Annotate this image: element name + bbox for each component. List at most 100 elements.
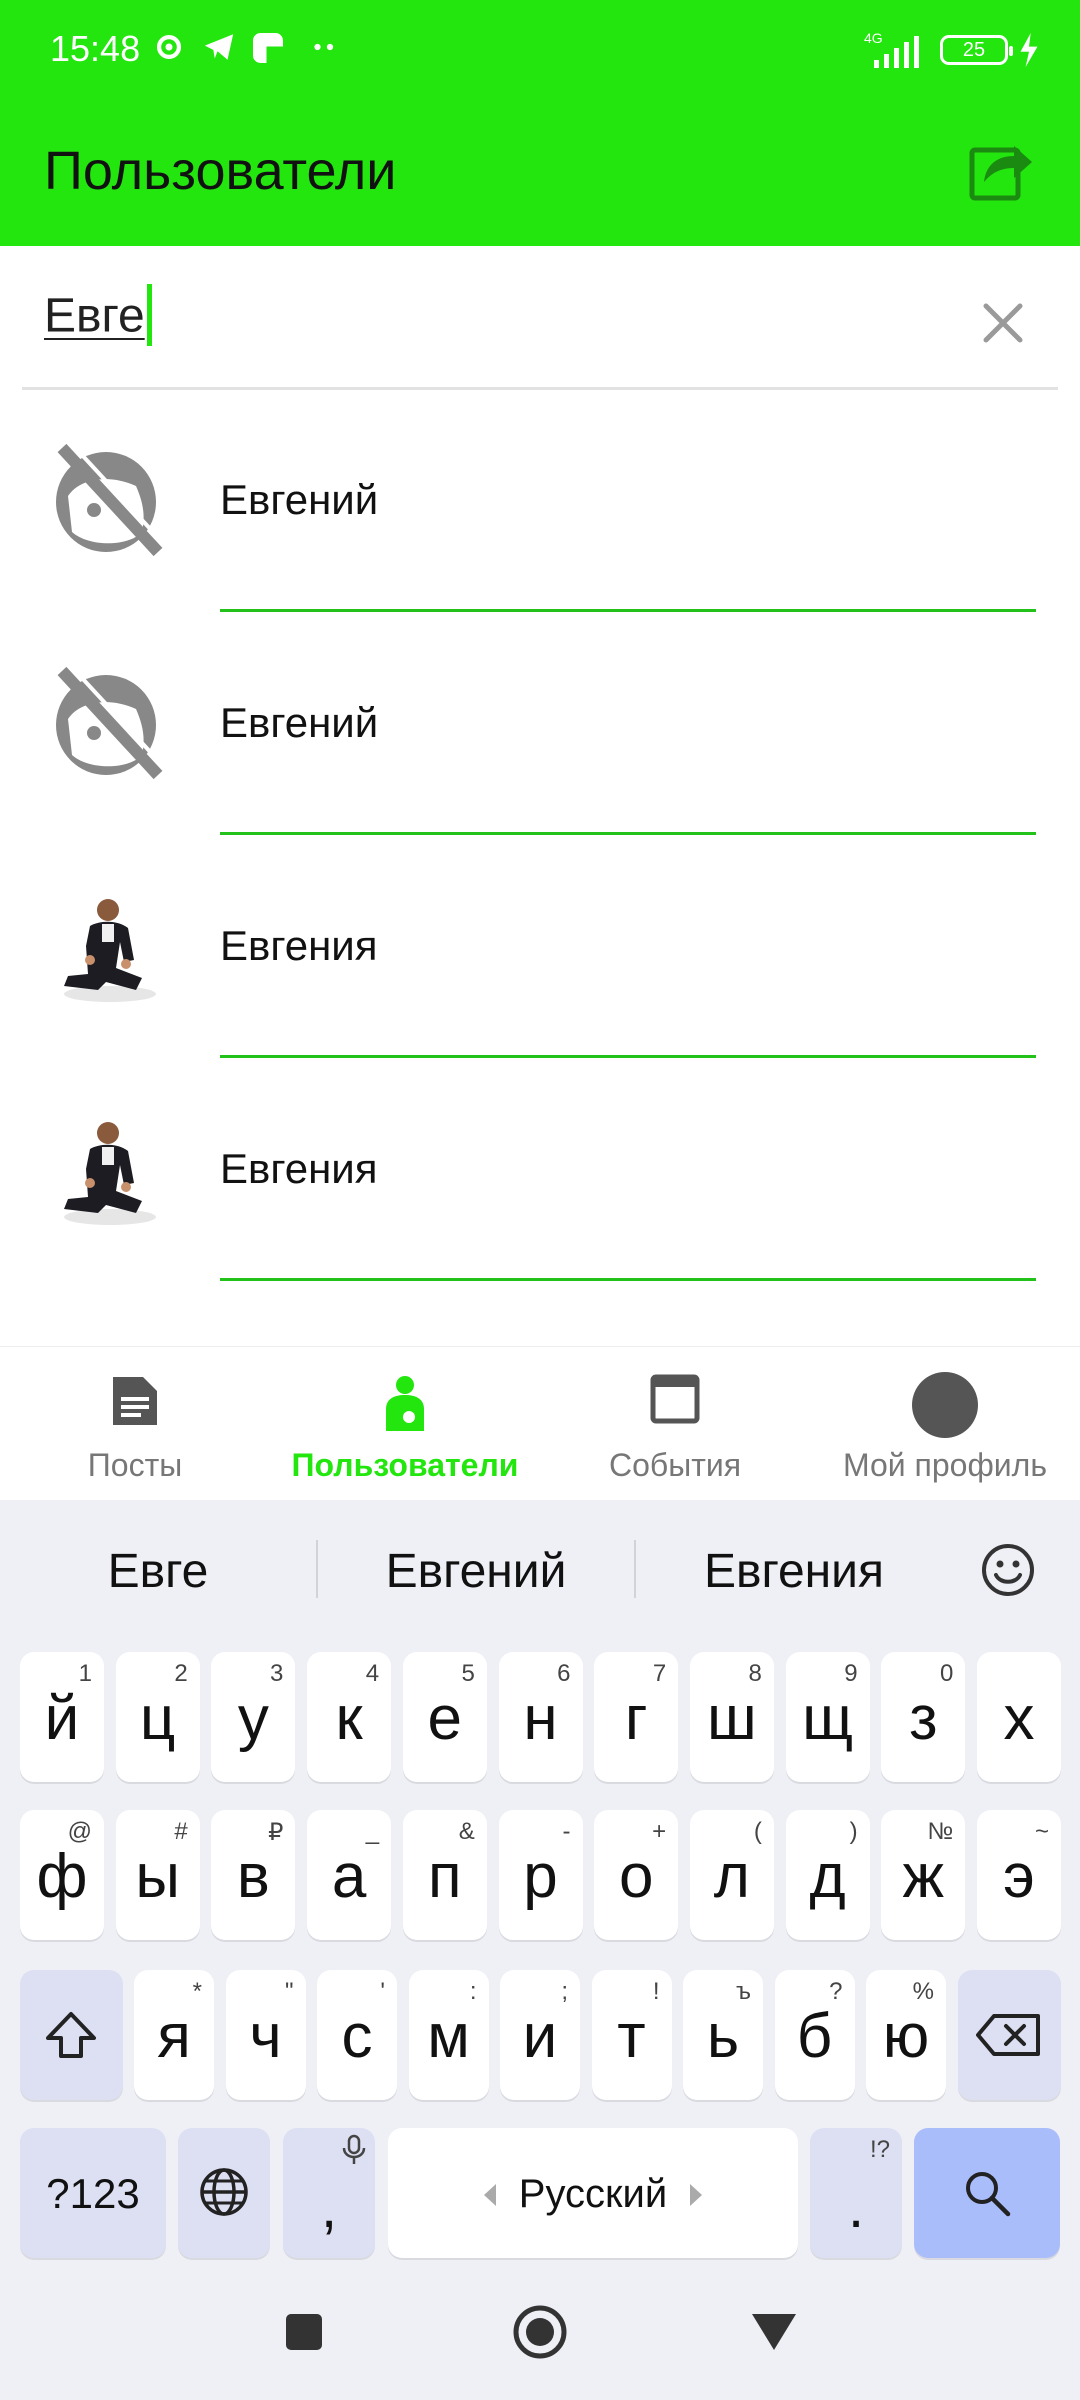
status-bar: 15:48 4G 25 [0,0,1080,100]
key-ш[interactable]: ш8 [689,1652,774,1782]
share-icon[interactable] [968,136,1036,204]
key-м[interactable]: м: [408,1970,489,2100]
key-г[interactable]: г7 [594,1652,679,1782]
key-э[interactable]: э ~ [977,1810,1061,1940]
close-icon[interactable] [980,300,1026,346]
avatar-circle [912,1372,978,1438]
key-е[interactable]: е5 [402,1652,487,1782]
suggestion-bar: Евге Евгений Евгения [0,1500,1080,1636]
key-о[interactable]: о + [594,1810,679,1940]
key-hint: ) [849,1818,858,1845]
key-label: ж [902,1842,945,1911]
search-key[interactable] [914,2128,1060,2258]
key-ы[interactable]: ы # [115,1810,200,1940]
suggestion-item[interactable]: Евге [8,1544,308,1599]
key-label: я [157,2002,191,2071]
system-navigation-bar [0,2264,1080,2400]
nav-item-my-profile[interactable]: Мой профиль [810,1347,1080,1501]
user-list: Евгений Евгений Евгения Евгения [0,392,1080,1284]
emoji-icon[interactable] [980,1542,1036,1598]
key-р[interactable]: р- [498,1810,583,1940]
list-item[interactable]: Евгений [0,615,1080,838]
key-label: й [44,1684,80,1753]
key-я[interactable]: я * [134,1970,214,2100]
key-с[interactable]: с ' [317,1970,397,2100]
key-д[interactable]: д) [785,1810,870,1940]
key-label: и [522,2002,558,2071]
key-й[interactable]: й1 [20,1652,104,1782]
key-л[interactable]: л( [689,1810,774,1940]
chevron-right-icon [690,2184,702,2206]
globe-icon [200,2168,248,2216]
key-label: ш [707,1684,757,1753]
user-name: Евгений [220,699,379,746]
key-hint: * [192,1978,202,2005]
app-header: 15:48 4G 25 Пользователи [0,0,1080,246]
back-icon[interactable] [750,2312,798,2352]
key-б[interactable]: б? [774,1970,855,2100]
key-hint: & [458,1818,475,1845]
key-label: у [237,1684,269,1753]
key-label: п [428,1842,462,1911]
key-hint: ; [561,1978,568,2005]
key-х[interactable]: х [977,1652,1061,1782]
key-hint: # [174,1818,188,1845]
suggestion-item[interactable]: Евгения [644,1544,944,1599]
key-ф[interactable]: ф @ [20,1810,104,1940]
backspace-key[interactable] [958,1970,1061,2100]
key-label: г [624,1684,648,1753]
comma-key-label: , [320,2175,338,2240]
key-з[interactable]: з0 [881,1652,966,1782]
recent-apps-icon[interactable] [284,2312,324,2352]
shift-key[interactable] [20,1970,123,2100]
key-у[interactable]: у3 [211,1652,296,1782]
key-label: к [335,1684,363,1753]
search-input[interactable]: Евге [44,284,152,350]
key-ц[interactable]: ц2 [115,1652,200,1782]
key-hint: 3 [270,1660,284,1687]
text-cursor [146,284,152,346]
key-hint: : [469,1978,477,2005]
key-н[interactable]: н6 [498,1652,583,1782]
list-item[interactable]: Евгений [0,392,1080,615]
key-ч[interactable]: ч " [225,1970,306,2100]
microphone-icon [342,2134,366,2164]
key-hint: + [652,1818,667,1845]
key-ю[interactable]: ю% [866,1970,946,2100]
symbols-key[interactable]: ?123 [20,2128,166,2258]
backspace-icon [976,2014,1040,2056]
key-щ[interactable]: щ9 [785,1652,870,1782]
key-в[interactable]: в ₽ [211,1810,296,1940]
period-key[interactable]: !? . [810,2128,902,2258]
language-key[interactable] [178,2128,270,2258]
key-и[interactable]: и; [500,1970,580,2100]
list-item[interactable]: Евгения [0,838,1080,1061]
key-ж[interactable]: ж № [881,1810,966,1940]
space-key[interactable]: Русский [388,2128,798,2258]
app-notification-icon [253,33,283,63]
key-hint: 6 [557,1660,571,1687]
search-icon [966,2172,1011,2217]
keyboard: Евге Евгений Евгения й1ц2у3к4е5н6г7ш8щ9з… [0,1500,1080,2264]
key-hint: ъ [736,1978,751,2005]
key-к[interactable]: к4 [307,1652,392,1782]
key-п[interactable]: п & [402,1810,487,1940]
key-label: л [713,1842,750,1911]
key-label: в [236,1842,270,1911]
key-а[interactable]: а _ [307,1810,392,1940]
key-label: е [427,1684,463,1753]
key-hint: № [927,1818,954,1845]
key-ь[interactable]: ьъ [683,1970,763,2100]
comma-key[interactable]: , [283,2128,375,2258]
key-т[interactable]: т! [591,1970,672,2100]
nav-item-posts[interactable]: Посты [0,1347,270,1501]
key-hint: ' [380,1978,385,2005]
nav-item-events[interactable]: События [540,1347,810,1501]
list-item[interactable]: Евгения [0,1061,1080,1284]
nav-item-users[interactable]: Пользователи [270,1347,540,1501]
suggestion-item[interactable]: Евгений [326,1544,626,1599]
home-icon[interactable] [512,2304,568,2360]
key-label: д [809,1842,846,1911]
key-hint: @ [67,1818,92,1845]
key-hint: 5 [461,1660,475,1687]
